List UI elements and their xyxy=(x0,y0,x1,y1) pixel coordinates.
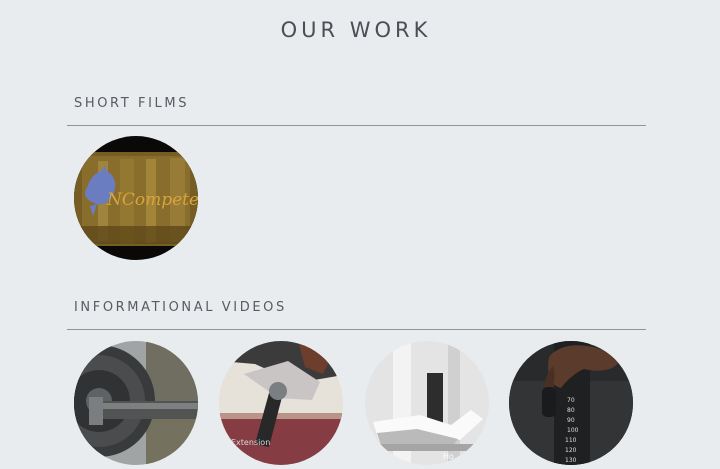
video-thumbnail-ncompete[interactable]: NCompete xyxy=(74,136,198,260)
video-thumbnail-gym-machine[interactable]: Ho xyxy=(365,341,489,465)
section-divider-short-films xyxy=(67,125,646,126)
weight-number: 90 xyxy=(567,417,575,424)
section-title-short-films: SHORT FILMS xyxy=(74,96,190,111)
barbell-plate-video-thumbnail-image xyxy=(74,341,198,465)
video-thumbnail-leg-extension[interactable]: Extension xyxy=(219,341,343,465)
weight-number: 70 xyxy=(567,397,575,404)
weight-stack-video-thumbnail-image: 70 80 90 100 110 120 130 140 xyxy=(509,341,633,465)
ncompete-caption: NCompete xyxy=(106,190,198,210)
ncompete-video-thumbnail-image: NCompete xyxy=(74,136,198,260)
gym-machine-video-thumbnail-image: Ho xyxy=(365,341,489,465)
section-divider-informational-videos xyxy=(67,329,646,330)
leg-extension-caption: Extension xyxy=(231,438,270,447)
section-title-informational-videos: INFORMATIONAL VIDEOS xyxy=(74,300,287,315)
weight-number: 130 xyxy=(565,457,577,464)
video-thumbnail-barbell-plate[interactable] xyxy=(74,341,198,465)
video-thumbnail-weight-stack[interactable]: 70 80 90 100 110 120 130 140 xyxy=(509,341,633,465)
weight-number: 80 xyxy=(567,407,575,414)
weight-number: 100 xyxy=(567,427,579,434)
gym-machine-caption: Ho xyxy=(443,452,454,461)
weight-number: 110 xyxy=(565,437,577,444)
page-title: OUR WORK xyxy=(280,18,432,42)
weight-number: 120 xyxy=(565,447,577,454)
leg-extension-video-thumbnail-image: Extension xyxy=(219,341,343,465)
